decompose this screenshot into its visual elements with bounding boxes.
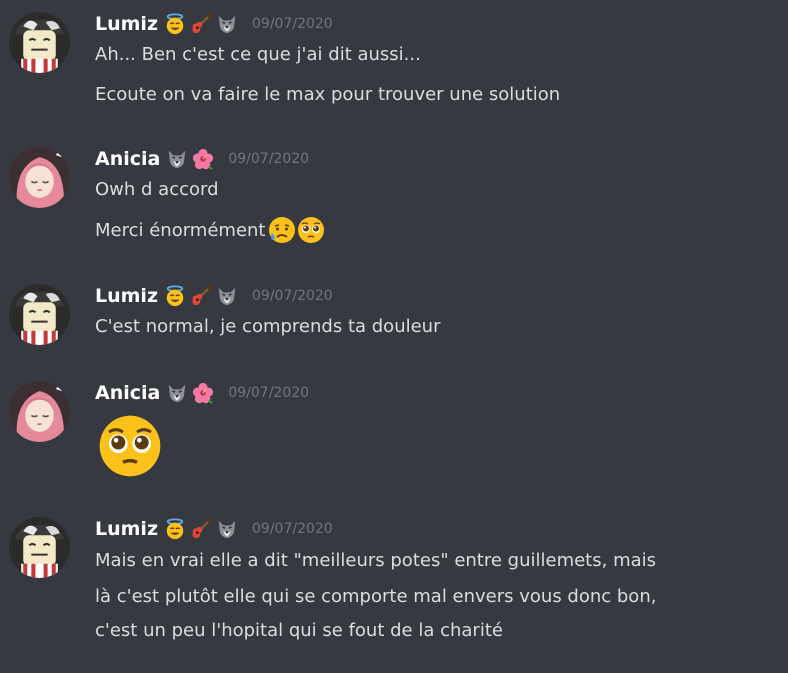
message-text: Owh d accord <box>95 179 219 200</box>
pleading-face-emoji[interactable] <box>296 215 326 245</box>
message-text: Merci énormément <box>95 219 266 241</box>
wolf-icon <box>166 148 188 170</box>
username[interactable]: Anicia <box>95 148 160 170</box>
username[interactable]: Anicia <box>95 382 160 404</box>
message-header: Lumiz 09/07/2020 <box>95 284 333 308</box>
wolf-icon <box>216 285 238 307</box>
username[interactable]: Lumiz <box>95 285 158 307</box>
avatar[interactable] <box>9 12 70 73</box>
wolf-icon <box>216 518 238 540</box>
avatar[interactable] <box>9 517 70 578</box>
halo-smile-icon <box>164 13 186 35</box>
guitar-icon <box>190 518 212 540</box>
timestamp: 09/07/2020 <box>252 521 333 537</box>
hibiscus-icon <box>192 382 214 404</box>
hibiscus-icon <box>192 148 214 170</box>
message-text: C'est normal, je comprends ta douleur <box>95 316 441 337</box>
avatar[interactable] <box>9 147 70 208</box>
user-badges <box>164 518 238 540</box>
chat-messages: Lumiz 09/07/2020 Ah... Ben c'est ce que … <box>0 0 788 673</box>
username[interactable]: Lumiz <box>95 13 158 35</box>
timestamp: 09/07/2020 <box>252 16 333 32</box>
message-text: là c'est plutôt elle qui se comporte mal… <box>95 586 657 607</box>
pleading-face-emoji[interactable] <box>95 411 165 481</box>
wolf-icon <box>216 13 238 35</box>
message-header: Lumiz 09/07/2020 <box>95 517 333 541</box>
halo-smile-icon <box>164 518 186 540</box>
message-text: Ecoute on va faire le max pour trouver u… <box>95 84 561 105</box>
user-badges <box>164 285 238 307</box>
message-header: Anicia 09/07/2020 <box>95 147 309 171</box>
message-text: Ah... Ben c'est ce que j'ai dit aussi... <box>95 44 421 65</box>
user-badges <box>166 148 214 170</box>
avatar[interactable] <box>9 381 70 442</box>
guitar-icon <box>190 13 212 35</box>
message-text: Mais en vrai elle a dit "meilleurs potes… <box>95 550 657 571</box>
message-text: c'est un peu l'hopital qui se fout de la… <box>95 620 503 641</box>
timestamp: 09/07/2020 <box>228 151 310 167</box>
avatar[interactable] <box>9 284 70 345</box>
wolf-icon <box>166 382 188 404</box>
sad-tear-emoji[interactable] <box>267 215 297 245</box>
message-text-with-emoji: Merci énormément <box>95 215 326 245</box>
timestamp: 09/07/2020 <box>252 288 333 304</box>
message-header: Lumiz 09/07/2020 <box>95 12 333 36</box>
guitar-icon <box>190 285 212 307</box>
username[interactable]: Lumiz <box>95 518 158 540</box>
message-header: Anicia 09/07/2020 <box>95 381 309 405</box>
user-badges <box>164 13 238 35</box>
user-badges <box>166 382 214 404</box>
timestamp: 09/07/2020 <box>228 385 310 401</box>
halo-smile-icon <box>164 285 186 307</box>
